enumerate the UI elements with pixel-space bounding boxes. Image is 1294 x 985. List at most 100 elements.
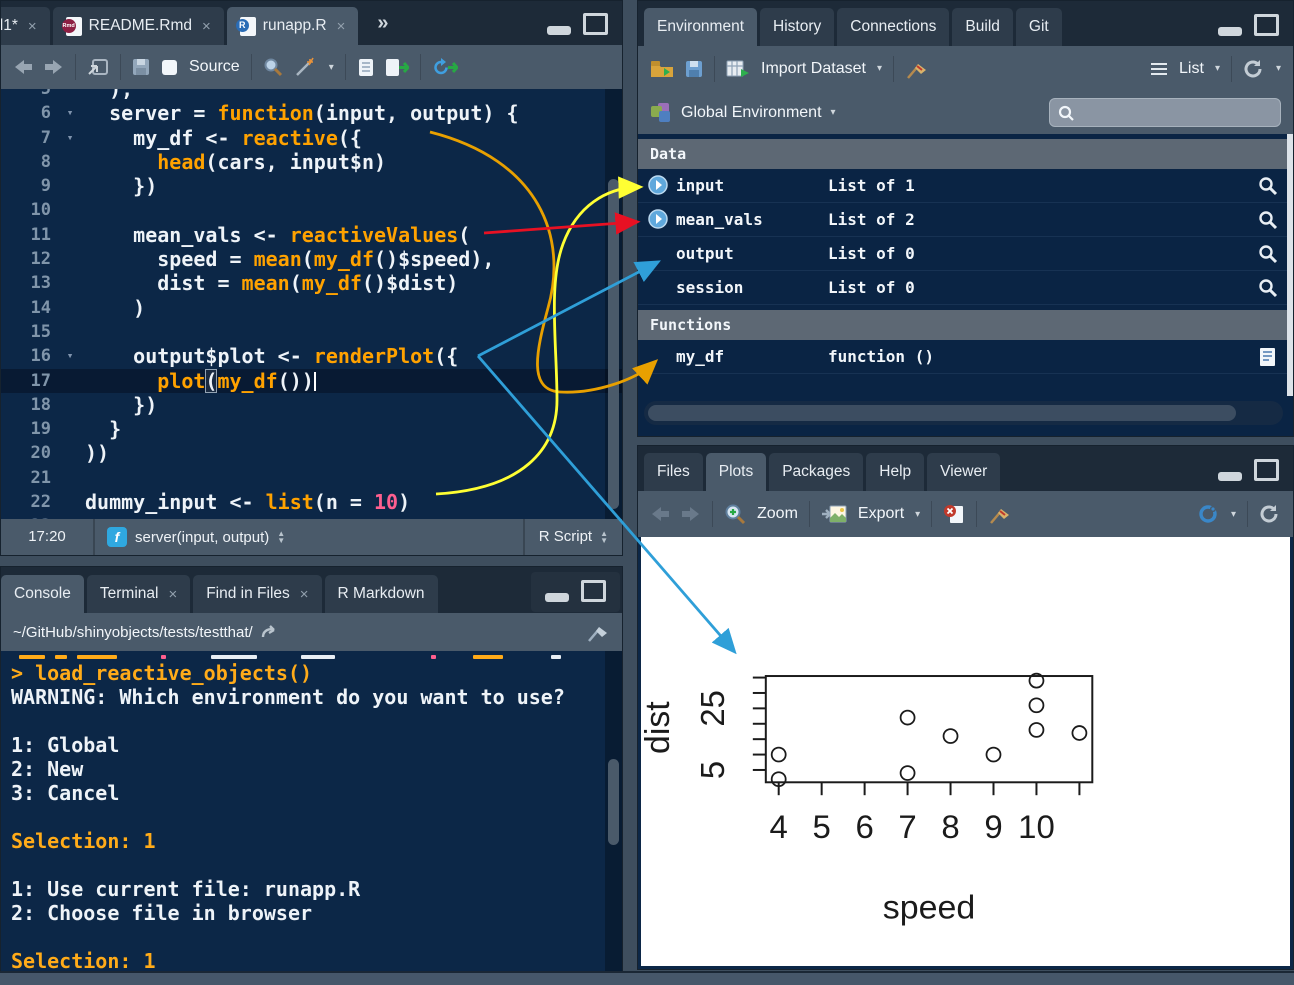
environment-tab-history[interactable]: History: [760, 8, 834, 46]
console-output[interactable]: > load_reactive_objects()WARNING: Which …: [1, 651, 622, 971]
compile-report-icon[interactable]: [357, 58, 374, 77]
chevron-down-icon[interactable]: ▾: [1231, 509, 1236, 520]
environment-hscrollbar[interactable]: [644, 401, 1283, 425]
maximize-icon[interactable]: [581, 580, 606, 602]
close-icon[interactable]: ×: [300, 586, 309, 603]
close-icon[interactable]: ×: [202, 18, 211, 35]
source-on-save-checkbox[interactable]: [161, 59, 178, 76]
expand-icon[interactable]: [648, 209, 676, 231]
refresh-plot-icon[interactable]: [1259, 504, 1281, 524]
env-row-my-df[interactable]: my_dffunction (): [638, 340, 1293, 374]
fold-arrow-icon[interactable]: ▾: [55, 101, 85, 125]
chevron-down-icon[interactable]: ▾: [915, 509, 920, 520]
console-tab-console[interactable]: Console: [1, 575, 84, 613]
object-name: output: [676, 244, 828, 263]
magnifier-icon[interactable]: [1257, 175, 1279, 197]
environment-tab-build[interactable]: Build: [952, 8, 1012, 46]
list-view-icon[interactable]: [1150, 62, 1168, 76]
env-row-mean-vals[interactable]: mean_valsList of 2: [638, 203, 1293, 237]
fold-arrow-icon[interactable]: ▾: [55, 344, 85, 368]
clear-console-broom-icon[interactable]: [586, 620, 610, 644]
file-type-label[interactable]: R Script: [539, 519, 592, 555]
next-plot-icon[interactable]: [681, 506, 701, 522]
editor-tab-runapp-r[interactable]: Rrunapp.R×: [227, 7, 359, 45]
plots-tab-viewer[interactable]: Viewer: [927, 453, 1000, 491]
code-editor[interactable]: 5 ),6▾ server = function(input, output) …: [1, 89, 622, 519]
zoom-plot-icon[interactable]: [724, 503, 746, 525]
close-icon[interactable]: ×: [168, 586, 177, 603]
close-icon[interactable]: ×: [28, 18, 37, 35]
environment-vscrollbar[interactable]: [1287, 134, 1293, 396]
env-row-input[interactable]: inputList of 1: [638, 169, 1293, 203]
maximize-icon[interactable]: [1254, 14, 1279, 36]
line-number: 14: [1, 296, 55, 320]
rerun-icon[interactable]: [432, 58, 458, 77]
console-scrollbar[interactable]: [605, 651, 622, 971]
load-workspace-folder-icon[interactable]: [650, 59, 674, 78]
environment-scope-label[interactable]: Global Environment: [681, 104, 822, 122]
magnifier-icon[interactable]: [1257, 209, 1279, 231]
code-line-20: 20)): [1, 441, 622, 465]
close-icon[interactable]: ×: [337, 18, 346, 35]
import-dataset-label[interactable]: Import Dataset: [761, 60, 866, 78]
fold-arrow-icon[interactable]: ▾: [55, 126, 85, 150]
export-plot-icon[interactable]: [821, 504, 847, 524]
clear-plots-broom-icon[interactable]: [988, 502, 1012, 526]
maximize-icon[interactable]: [583, 13, 608, 35]
tab-label: README.Rmd: [89, 17, 192, 35]
editor-tab-ed1[interactable]: ed1*×: [1, 7, 50, 45]
chevron-down-icon[interactable]: ▾: [1215, 63, 1220, 74]
chevron-down-icon[interactable]: ▾: [1276, 63, 1281, 74]
list-view-label[interactable]: List: [1179, 60, 1204, 78]
expand-icon[interactable]: [648, 175, 676, 197]
goto-directory-icon[interactable]: [261, 625, 281, 639]
open-in-new-window-icon[interactable]: [87, 58, 109, 76]
refresh-icon[interactable]: [1243, 59, 1265, 79]
minimize-icon[interactable]: [547, 26, 571, 35]
maximize-icon[interactable]: [1254, 459, 1279, 481]
console-tab-r-markdown[interactable]: R Markdown: [325, 575, 438, 613]
save-icon[interactable]: [132, 58, 150, 76]
plots-tab-plots[interactable]: Plots: [706, 453, 766, 491]
script-icon[interactable]: [1257, 346, 1279, 368]
chevron-down-icon[interactable]: ▾: [877, 63, 882, 74]
zoom-label[interactable]: Zoom: [757, 505, 798, 523]
plots-tab-help[interactable]: Help: [866, 453, 924, 491]
plots-tab-files[interactable]: Files: [644, 453, 703, 491]
console-tab-find-in-files[interactable]: Find in Files×: [193, 575, 321, 613]
console-tab-terminal[interactable]: Terminal×: [87, 575, 190, 613]
file-type-menu-icon[interactable]: ▲▼: [600, 530, 608, 544]
env-row-output[interactable]: outputList of 0: [638, 237, 1293, 271]
publish-icon[interactable]: [1196, 504, 1220, 524]
save-workspace-icon[interactable]: [685, 60, 703, 78]
remove-plot-icon[interactable]: [943, 504, 965, 524]
env-row-session[interactable]: sessionList of 0: [638, 271, 1293, 305]
find-replace-icon[interactable]: [263, 57, 283, 77]
function-context[interactable]: server(input, output): [135, 529, 269, 546]
chevron-down-icon[interactable]: ▾: [329, 62, 334, 73]
plots-tab-packages[interactable]: Packages: [769, 453, 863, 491]
editor-tab-readme-rmd[interactable]: RmdREADME.Rmd×: [53, 7, 224, 45]
forward-icon[interactable]: [44, 59, 64, 75]
environment-search-input[interactable]: [1049, 98, 1281, 127]
minimize-icon[interactable]: [545, 593, 569, 602]
previous-plot-icon[interactable]: [650, 506, 670, 522]
magnifier-icon[interactable]: [1257, 277, 1279, 299]
run-source-icon[interactable]: [385, 58, 409, 77]
export-label[interactable]: Export: [858, 505, 904, 523]
code-tools-wand-icon[interactable]: [294, 57, 318, 77]
plot-canvas[interactable]: 45678910525speeddist: [641, 537, 1290, 966]
environment-tab-git[interactable]: Git: [1016, 8, 1062, 46]
environment-tab-environment[interactable]: Environment: [644, 8, 757, 46]
jump-menu-icon[interactable]: ▲▼: [277, 530, 285, 544]
clear-environment-broom-icon[interactable]: [905, 57, 929, 81]
minimize-icon[interactable]: [1218, 472, 1242, 481]
tab-overflow-icon[interactable]: »: [377, 12, 386, 35]
minimize-icon[interactable]: [1218, 27, 1242, 36]
editor-scrollbar[interactable]: [605, 89, 622, 519]
back-icon[interactable]: [13, 59, 33, 75]
environment-tab-connections[interactable]: Connections: [837, 8, 949, 46]
import-dataset-table-icon[interactable]: [726, 59, 750, 78]
chevron-down-icon[interactable]: ▾: [831, 107, 836, 118]
magnifier-icon[interactable]: [1257, 243, 1279, 265]
